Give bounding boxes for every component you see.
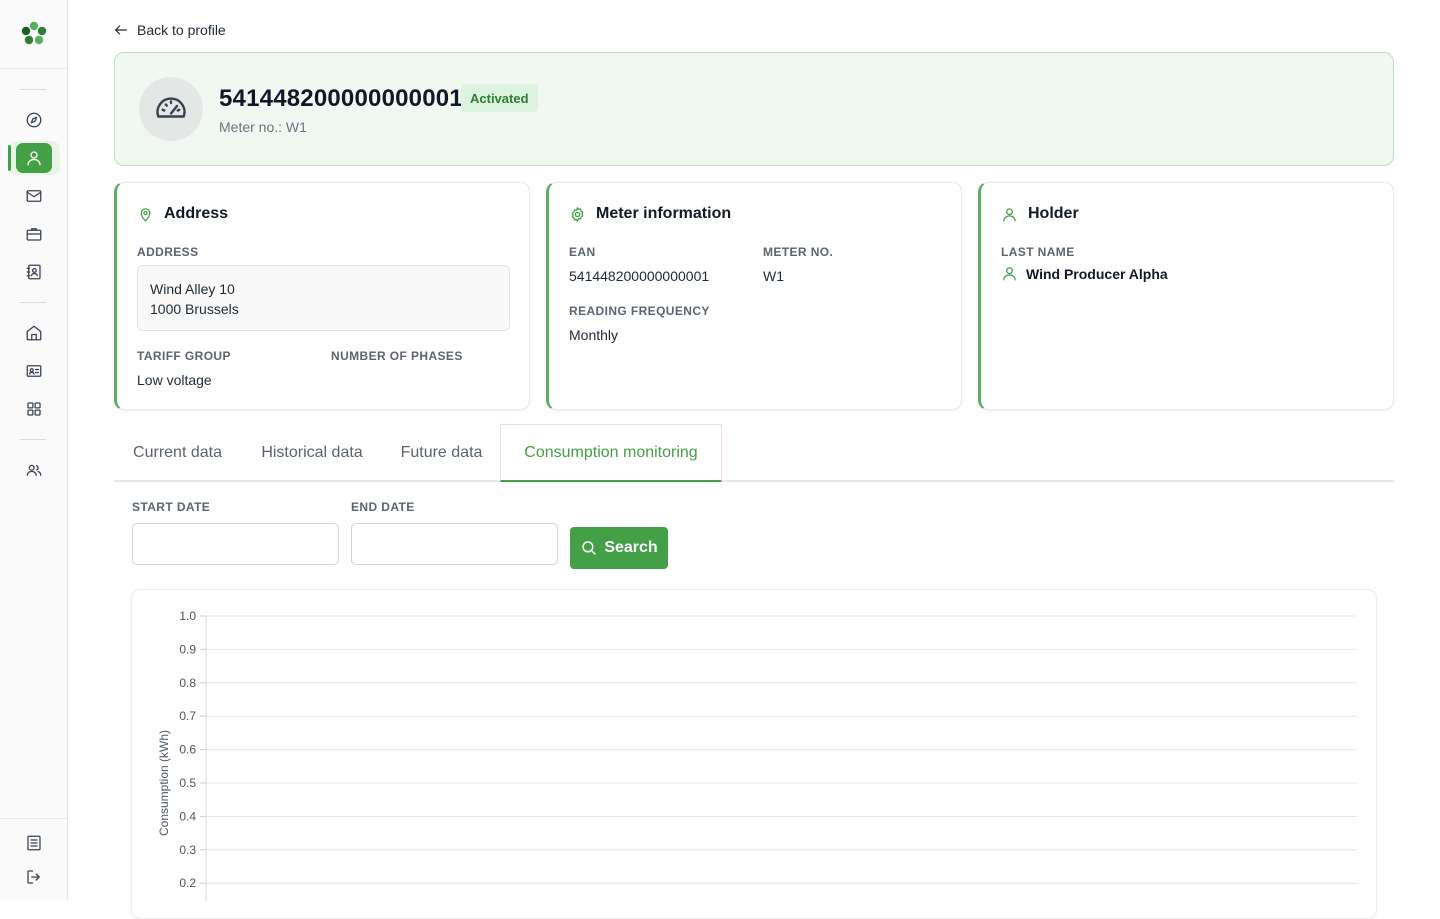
sidebar-top-divider [0,68,67,69]
address-card: Address ADDRESS Wind Alley 10 1000 Bruss… [114,182,530,410]
id-card-icon [26,365,42,377]
chart-y-axis-label: Consumption (kWh) [157,730,171,836]
user-icon [27,151,41,166]
users-icon [26,464,42,476]
back-to-profile-link[interactable]: Back to profile [113,20,226,40]
holder-card: Holder LAST NAME Wind Producer Alpha [978,182,1394,410]
logo-icon[interactable] [18,18,50,50]
tariff-group-label: TARIFF GROUP [137,349,231,363]
home-icon [26,325,42,341]
last-name-label: LAST NAME [1001,245,1075,259]
data-tabs: Current data Historical data Future data… [114,424,1394,482]
tab-future-data[interactable]: Future data [383,424,500,482]
meter-number-subtitle: Meter no.: W1 [219,119,307,135]
chart-y-tick-label: 0.8 [179,676,196,690]
number-of-phases-label: NUMBER OF PHASES [331,349,463,363]
chart-y-tick-label: 0.5 [179,776,196,790]
ean-value: 541448200000000001 [569,268,710,284]
sidebar-bottom-divider [0,818,67,819]
address-line-1: Wind Alley 10 [150,281,235,297]
chart-y-tick-label: 0.2 [179,876,196,890]
arrow-left-icon [115,25,127,35]
meter-card-header: Meter information [569,205,731,223]
sidebar-item-apps[interactable] [16,394,52,424]
user-icon [1003,207,1016,222]
chart-y-tick-label: 1.0 [179,609,196,623]
grid-icon [27,402,41,416]
gear-icon [571,206,584,222]
sidebar [0,0,68,900]
ean-label: EAN [569,245,596,259]
chart-y-tick-label: 0.7 [179,709,196,723]
chart-y-tick-label: 0.9 [179,642,196,656]
sidebar-item-profile[interactable] [16,143,52,173]
chart-y-tick-label: 0.6 [179,743,196,757]
sidebar-divider [20,302,46,303]
meter-no-value: W1 [763,268,784,284]
address-box: Wind Alley 10 1000 Brussels [137,265,510,331]
end-date-input[interactable] [351,523,558,565]
status-badge: Activated [461,84,538,112]
tariff-group-value: Low voltage [137,372,212,388]
mail-icon [26,190,42,202]
meter-avatar [139,77,203,141]
search-icon [582,541,597,555]
user-icon [1003,267,1016,281]
holder-name-value: Wind Producer Alpha [1026,265,1168,282]
briefcase-icon [26,228,42,241]
sidebar-item-logout[interactable] [16,862,52,892]
gauge-icon [156,97,186,118]
sidebar-item-contacts[interactable] [16,257,52,287]
end-date-label: END DATE [351,500,415,514]
sidebar-item-explore[interactable] [16,105,52,135]
sidebar-active-indicator [8,145,11,171]
start-date-input[interactable] [132,523,339,565]
sidebar-item-users[interactable] [16,455,52,485]
holder-card-title: Holder [1028,205,1079,222]
address-card-header: Address [137,205,228,223]
sidebar-item-messages[interactable] [16,181,52,211]
document-icon [27,835,41,851]
holder-card-header: Holder [1001,205,1079,223]
contact-card-icon [26,264,41,280]
address-label: ADDRESS [137,245,199,259]
tab-consumption-monitoring[interactable]: Consumption monitoring [500,424,722,482]
sidebar-divider [20,89,46,90]
reading-frequency-label: READING FREQUENCY [569,304,710,318]
address-card-title: Address [164,205,229,222]
meter-information-card: Meter information EAN 541448200000000001… [546,182,962,410]
search-button-label: Search [604,539,658,556]
back-link-label: Back to profile [137,22,226,38]
tab-historical-data[interactable]: Historical data [241,424,383,482]
map-pin-icon [140,207,151,222]
logout-icon [27,870,40,884]
meter-card-title: Meter information [596,205,732,222]
consumption-chart: 0.2 0.3 0.4 0.5 0.6 0.7 0.8 0.9 1.0 Consumption (… [131,589,1377,919]
compass-icon [26,112,42,128]
reading-frequency-value: Monthly [569,327,619,343]
sidebar-item-documents[interactable] [16,828,52,858]
sidebar-item-home[interactable] [16,318,52,348]
meter-header-card: 541448200000000001 Activated Meter no.: … [114,52,1394,166]
chart-y-tick-label: 0.4 [179,809,196,823]
sidebar-item-contracts[interactable] [16,219,52,249]
sidebar-item-identity[interactable] [16,356,52,386]
tab-current-data[interactable]: Current data [114,424,241,482]
consumption-chart-svg: 0.2 0.3 0.4 0.5 0.6 0.7 0.8 0.9 1.0 Consumption (… [157,609,1357,901]
search-button[interactable]: Search [570,527,668,569]
address-line-2: 1000 Brussels [150,301,239,317]
holder-name-link[interactable]: Wind Producer Alpha [1001,265,1168,282]
start-date-label: START DATE [132,500,211,514]
sidebar-divider [20,439,46,440]
chart-y-tick-label: 0.3 [179,843,196,857]
meter-no-label: METER NO. [763,245,834,259]
meter-ean-title: 541448200000000001 [219,85,463,112]
